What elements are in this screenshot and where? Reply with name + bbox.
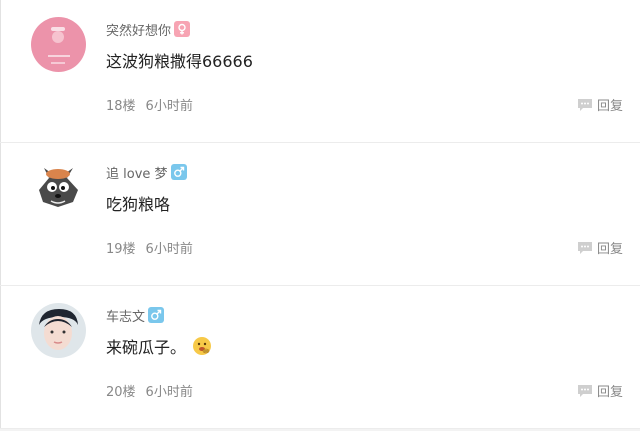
comment-content: 来碗瓜子。 (106, 334, 212, 358)
comment-item: 突然好想你 这波狗粮撒得66666 18楼 6小时前 回复 (0, 0, 640, 143)
avatar[interactable] (31, 17, 86, 72)
username[interactable]: 车志文 (106, 306, 145, 325)
comment-meta: 20楼 6小时前 (106, 381, 193, 400)
floor-number: 20楼 (106, 385, 136, 400)
female-gender-icon (174, 21, 191, 37)
reply-icon (577, 241, 592, 254)
comment-content: 吃狗粮咯 (106, 191, 170, 215)
comment-meta: 19楼 6小时前 (106, 238, 193, 257)
comment-item: 追 love 梦 吃狗粮咯 19楼 6小时前 回复 (0, 143, 640, 286)
comment-content: 这波狗粮撒得66666 (106, 48, 253, 72)
avatar[interactable] (31, 303, 86, 358)
floor-number: 19楼 (106, 242, 136, 257)
reply-icon (577, 384, 592, 397)
comment-text: 吃狗粮咯 (106, 195, 171, 214)
reply-button[interactable]: 回复 (577, 381, 623, 400)
reply-label: 回复 (596, 242, 623, 257)
comment-item: 车志文 来碗瓜子。 20楼 6小时前 回复 (0, 286, 640, 429)
reply-button[interactable]: 回复 (577, 95, 623, 114)
male-gender-icon (170, 164, 187, 180)
reply-label: 回复 (596, 99, 623, 114)
reply-icon (577, 98, 592, 111)
post-time: 6小时前 (145, 385, 193, 400)
male-gender-icon (148, 307, 165, 323)
post-time: 6小时前 (145, 99, 193, 114)
comment-text: 这波狗粮撒得66666 (106, 52, 253, 71)
comment-text: 来碗瓜子。 (106, 338, 187, 357)
username[interactable]: 突然好想你 (106, 20, 171, 39)
avatar[interactable] (31, 160, 86, 215)
username[interactable]: 追 love 梦 (106, 163, 168, 182)
eating-seeds-emoji-icon (193, 337, 212, 355)
reply-button[interactable]: 回复 (577, 238, 623, 257)
floor-number: 18楼 (106, 99, 136, 114)
reply-label: 回复 (596, 385, 623, 400)
comment-meta: 18楼 6小时前 (106, 95, 193, 114)
post-time: 6小时前 (145, 242, 193, 257)
